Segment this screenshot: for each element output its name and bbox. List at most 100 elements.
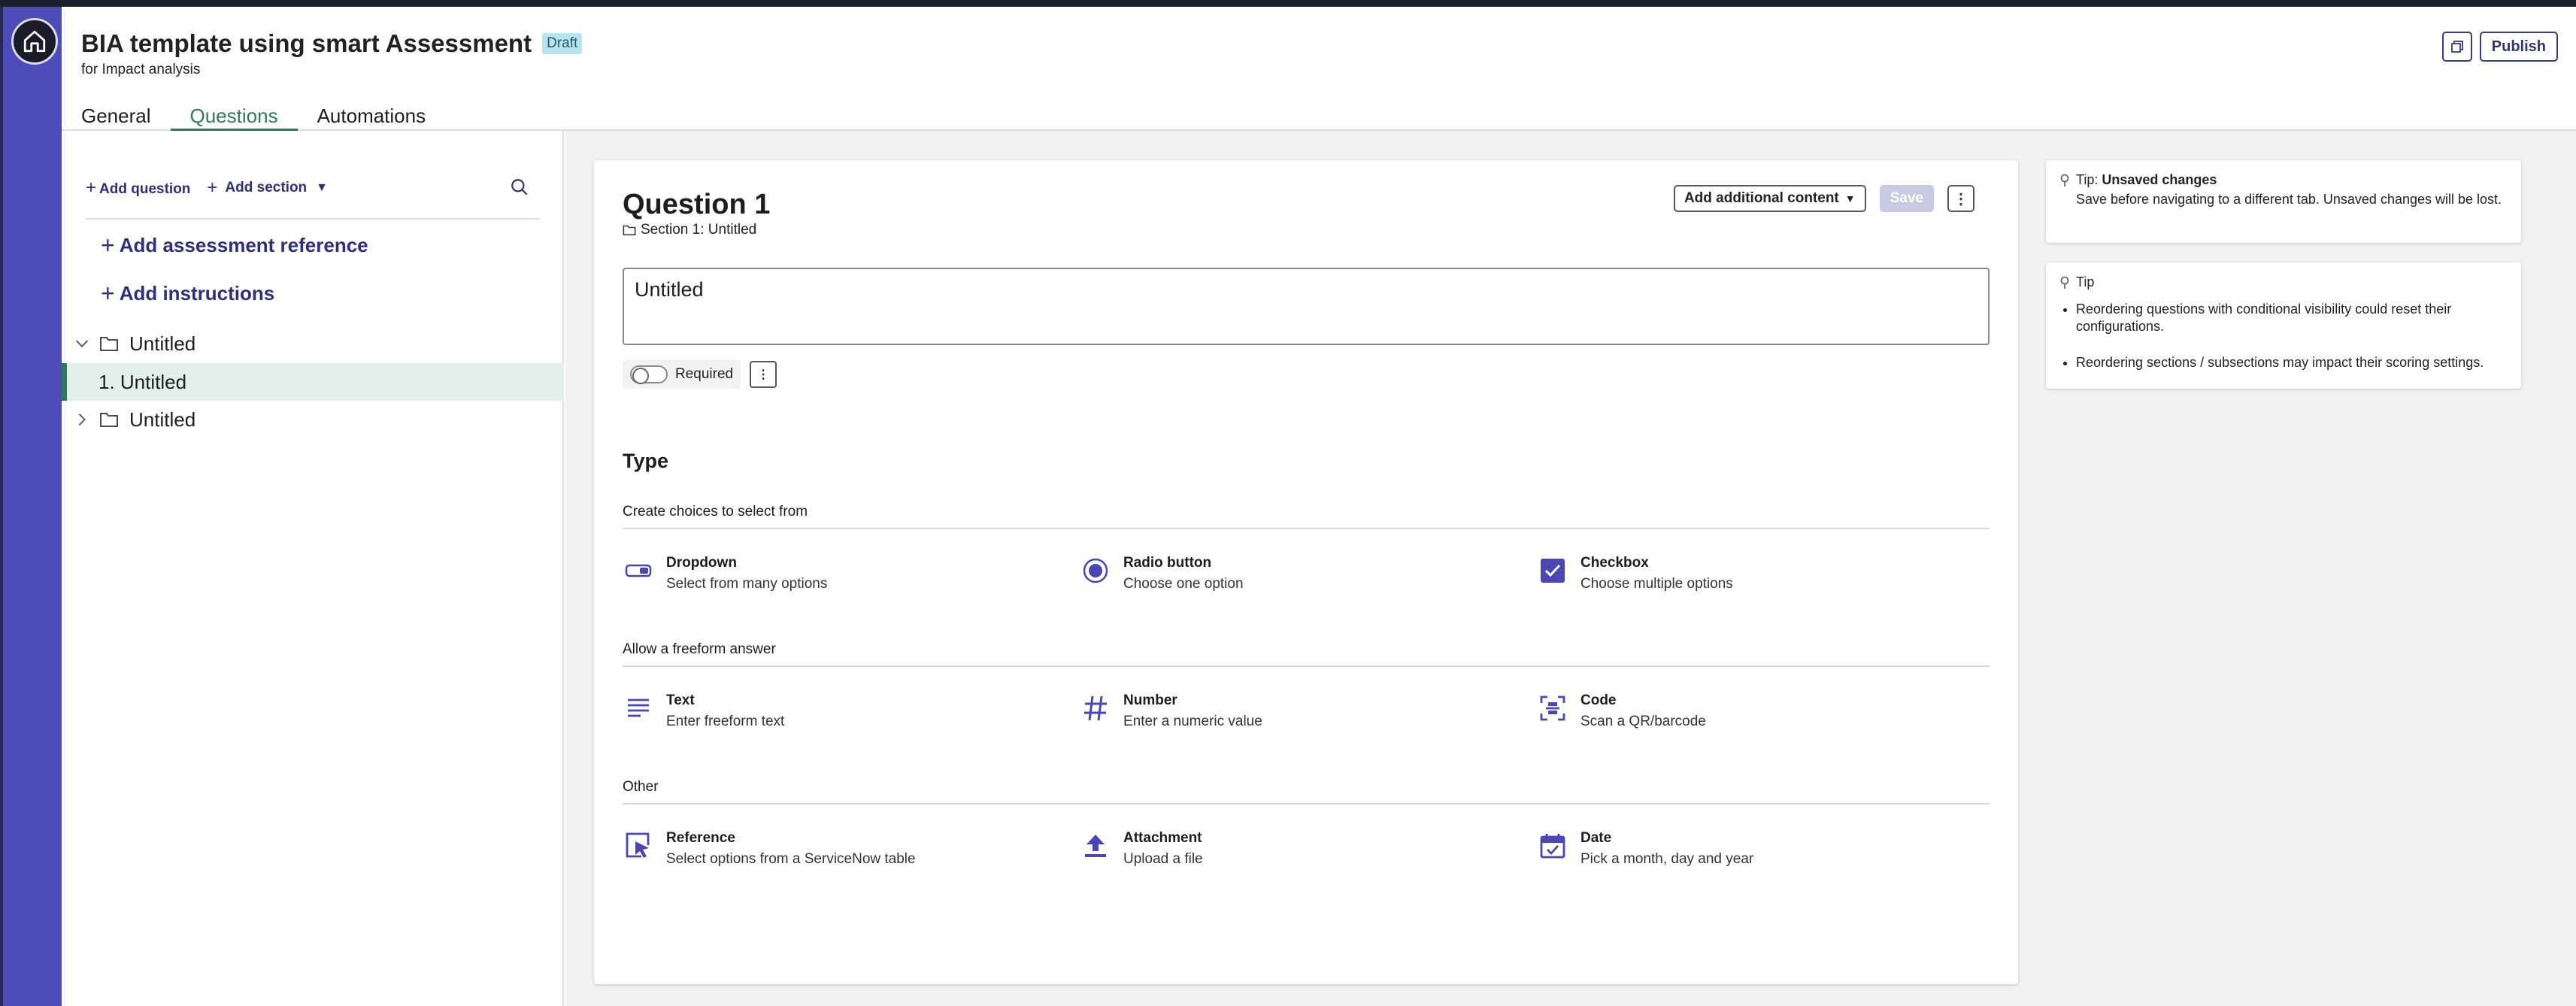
type-title: Radio button: [1123, 555, 1212, 571]
search-icon: [511, 179, 528, 195]
header-actions: Publish: [2441, 32, 2558, 62]
reorder-tip: Tip Reordering questions with conditiona…: [2046, 262, 2521, 389]
type-description: Choose multiple options: [1580, 576, 1733, 592]
plus-icon: +: [101, 232, 115, 259]
tree-section-2[interactable]: Untitled: [62, 401, 564, 438]
tip-text: Save before navigating to a different ta…: [2076, 192, 2502, 207]
barcode-scan-icon: [1537, 692, 1568, 724]
type-option-checkbox[interactable]: Checkbox Choose multiple options: [1537, 555, 1988, 592]
tab-questions[interactable]: Questions: [170, 95, 298, 131]
add-section-label: Add section: [225, 180, 308, 195]
copy-icon: [2450, 41, 2463, 53]
add-question-button[interactable]: + Add question: [86, 177, 190, 198]
type-group-label: Other: [623, 779, 659, 795]
hash-icon: [1080, 692, 1111, 724]
tip-item: Reordering sections / subsections may im…: [2076, 354, 2508, 371]
calendar-icon: [1537, 830, 1568, 862]
question-section: Section 1: Untitled: [623, 222, 756, 238]
question-editor-card: Question 1 Section 1: Untitled Add addit…: [594, 160, 2018, 984]
type-option-attachment[interactable]: Attachment Upload a file: [1080, 830, 1531, 868]
status-badge: Draft: [542, 33, 583, 54]
app-rail: [0, 7, 62, 1006]
plus-icon: +: [207, 177, 218, 198]
radio-icon: [1080, 555, 1111, 586]
tree-section-1[interactable]: Untitled: [62, 325, 564, 362]
tab-general[interactable]: General: [62, 95, 171, 131]
type-option-number[interactable]: Number Enter a numeric value: [1080, 692, 1531, 730]
tip-list: Reordering questions with conditional vi…: [2059, 301, 2508, 371]
add-additional-content-button[interactable]: Add additional content ▼: [1673, 185, 1866, 212]
folder-icon: [623, 225, 636, 235]
chevron-down-icon: [76, 340, 88, 347]
home-icon: [23, 30, 46, 53]
plus-icon: +: [101, 280, 115, 307]
more-options-button[interactable]: ⋮: [1947, 185, 1974, 212]
page-subtitle: for Impact analysis: [81, 62, 201, 77]
question-actions: Add additional content ▼ Save ⋮: [1673, 185, 1974, 212]
folder-icon: [100, 337, 118, 351]
add-instructions-link[interactable]: + Add instructions: [101, 280, 274, 308]
tip-prefix: Tip:: [2076, 172, 2102, 187]
required-label: Required: [675, 366, 734, 382]
tip-item: Reordering questions with conditional vi…: [2076, 301, 2508, 335]
tab-automations[interactable]: Automations: [298, 95, 446, 131]
type-heading: Type: [623, 450, 669, 472]
add-question-label: Add question: [99, 181, 191, 197]
type-description: Pick a month, day and year: [1580, 851, 1754, 867]
home-button[interactable]: [11, 18, 58, 65]
kebab-icon: ⋮: [757, 368, 770, 381]
caret-down-icon: ▼: [316, 181, 328, 194]
reference-icon: [623, 830, 654, 862]
type-title: Reference: [666, 830, 735, 846]
type-option-radio[interactable]: Radio button Choose one option: [1080, 555, 1531, 592]
type-title: Number: [1123, 692, 1177, 708]
divider: [86, 218, 540, 220]
type-title: Text: [666, 692, 695, 708]
type-option-dropdown[interactable]: Dropdown Select from many options: [623, 555, 1074, 592]
pin-icon: [2060, 276, 2069, 289]
folder-icon: [100, 413, 118, 427]
type-title: Checkbox: [1580, 555, 1649, 571]
type-option-reference[interactable]: Reference Select options from a ServiceNo…: [623, 830, 1074, 868]
tree-section-label: Untitled: [129, 408, 196, 431]
tip-header: Tip: [2059, 274, 2508, 290]
top-bar: [0, 0, 2576, 7]
tree-question-1[interactable]: 1. Untitled: [62, 363, 564, 401]
type-option-text[interactable]: Text Enter freeform text: [623, 692, 1074, 730]
copy-button[interactable]: [2441, 32, 2472, 62]
publish-button[interactable]: Publish: [2479, 32, 2558, 62]
divider: [623, 665, 1990, 667]
type-group-label: Allow a freeform answer: [623, 641, 776, 657]
search-button[interactable]: [510, 177, 532, 200]
page-header: BIA template using smart Assessment Draf…: [62, 7, 2576, 131]
upload-icon: [1080, 830, 1111, 862]
required-toggle-group[interactable]: Required: [623, 360, 741, 389]
add-instructions-label: Add instructions: [119, 282, 275, 305]
save-button[interactable]: Save: [1879, 185, 1934, 212]
tip-label: Tip: [2076, 274, 2095, 289]
page-title-row: BIA template using smart Assessment Draf…: [81, 29, 583, 58]
unsaved-changes-tip: Tip: Unsaved changes Save before navigat…: [2046, 160, 2521, 243]
type-group-label: Create choices to select from: [623, 504, 808, 520]
type-option-code[interactable]: Code Scan a QR/barcode: [1537, 692, 1988, 730]
question-text-input[interactable]: Untitled: [623, 268, 1990, 345]
type-option-date[interactable]: Date Pick a month, day and year: [1537, 830, 1988, 868]
tree-section-label: Untitled: [129, 332, 196, 355]
type-description: Enter a numeric value: [1123, 714, 1262, 729]
tip-title: Unsaved changes: [2102, 172, 2217, 187]
type-description: Select from many options: [666, 576, 828, 592]
required-options-button[interactable]: ⋮: [750, 361, 777, 388]
required-toggle[interactable]: [630, 365, 668, 384]
chevron-right-icon: [78, 414, 86, 426]
text-lines-icon: [623, 692, 654, 724]
add-section-button[interactable]: + Add section ▼: [207, 177, 328, 198]
dropdown-icon: [623, 555, 654, 586]
add-assessment-reference-link[interactable]: + Add assessment reference: [101, 232, 368, 259]
type-description: Scan a QR/barcode: [1580, 714, 1706, 729]
pin-icon: [2060, 174, 2069, 186]
type-title: Code: [1580, 692, 1617, 708]
checkbox-icon: [1537, 555, 1568, 586]
tip-header: Tip: Unsaved changes: [2059, 172, 2508, 188]
question-title: Question 1: [623, 189, 771, 220]
required-row: Required ⋮: [623, 360, 777, 389]
